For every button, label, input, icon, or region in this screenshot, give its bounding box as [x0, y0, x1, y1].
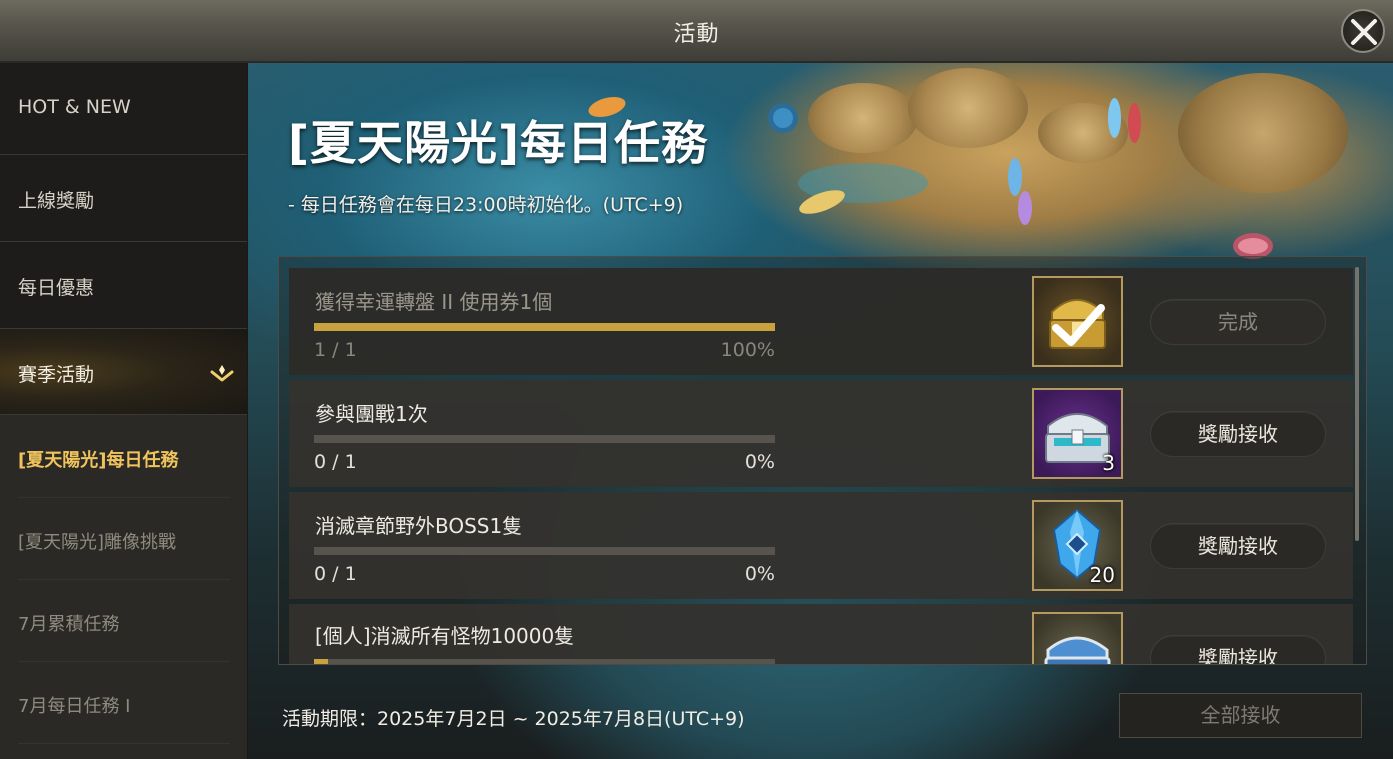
event-content: [夏天陽光]每日任務 - 每日任務會在每日23:00時初始化。(UTC+9) 獲… — [248, 63, 1393, 759]
mission-name: [個人]消滅所有怪物10000隻 — [315, 624, 575, 648]
golden-chest-checkmark-icon — [1049, 299, 1106, 349]
reward-slot[interactable] — [1032, 276, 1123, 367]
sidebar-item-label: 賽季活動 — [18, 364, 95, 386]
sub-item-label: [夏天陽光]雕像挑戰 — [18, 532, 177, 553]
reward-slot[interactable] — [1032, 612, 1123, 664]
mission-name: 消滅章節野外BOSS1隻 — [315, 514, 523, 538]
window-title: 活動 — [673, 22, 720, 47]
chevron-down-icon — [210, 365, 234, 382]
mission-count: 0 / 1 — [314, 451, 357, 473]
sidebar-item-label: HOT & NEW — [18, 96, 131, 118]
progress-bar-fill — [314, 659, 328, 664]
mission-percent: 100% — [720, 339, 775, 361]
progress-bar-fill — [314, 323, 775, 331]
sidebar-item-label: 上線獎勵 — [18, 190, 95, 212]
reward-quantity: 20 — [1089, 563, 1115, 587]
sub-item-july-cumulative-mission[interactable]: 7月累積任務 — [18, 580, 230, 662]
progress-bar — [314, 659, 775, 664]
progress-bar — [314, 547, 775, 555]
sidebar-item-label: 每日優惠 — [18, 277, 95, 299]
sidebar-item-hot-new[interactable]: HOT & NEW — [0, 63, 247, 155]
sub-item-summer-daily-mission[interactable]: [夏天陽光]每日任務 — [18, 416, 230, 498]
mission-list[interactable]: 獲得幸運轉盤 II 使用券1個 1 / 1 100% 完成 參與團戰1次 0 /… — [278, 256, 1367, 665]
sub-item-summer-statue-challenge[interactable]: [夏天陽光]雕像挑戰 — [18, 498, 230, 580]
sub-item-label: 7月每日任務 Ⅰ — [18, 696, 131, 717]
mission-row: 獲得幸運轉盤 II 使用券1個 1 / 1 100% 完成 — [289, 268, 1353, 375]
mission-row: 消滅章節野外BOSS1隻 0 / 1 0% 20 獎勵接收 — [289, 492, 1353, 599]
banner-subtitle: - 每日任務會在每日23:00時初始化。(UTC+9) — [288, 194, 684, 216]
blue-treasure-chest-icon — [1044, 636, 1111, 664]
sidebar-item-season-event[interactable]: 賽季活動 — [0, 329, 247, 415]
top-bar: 活動 — [0, 0, 1393, 63]
mission-name: 獲得幸運轉盤 II 使用券1個 — [315, 290, 553, 314]
reward-slot[interactable]: 3 — [1032, 388, 1123, 479]
claim-reward-button[interactable]: 獎勵接收 — [1150, 411, 1326, 457]
completed-button[interactable]: 完成 — [1150, 299, 1326, 345]
close-button[interactable] — [1341, 9, 1385, 53]
mission-percent: 0% — [744, 563, 775, 585]
close-icon — [1351, 19, 1377, 45]
mission-count: 1 / 1 — [314, 339, 357, 361]
event-period: 活動期限：2025年7月2日 ~ 2025年7月8日(UTC+9) — [282, 708, 745, 730]
sidebar-item-login-reward[interactable]: 上線獎勵 — [0, 155, 247, 242]
progress-bar — [314, 435, 775, 443]
reward-quantity: 3 — [1102, 451, 1115, 475]
claim-reward-button[interactable]: 獎勵接收 — [1150, 635, 1326, 664]
scrollbar[interactable] — [1355, 267, 1359, 541]
mission-name: 參與團戰1次 — [315, 402, 428, 426]
sub-item-july-daily-mission[interactable]: 7月每日任務 Ⅰ — [18, 662, 230, 744]
mission-row: 參與團戰1次 0 / 1 0% 3 獎勵接收 — [289, 380, 1353, 487]
progress-bar — [314, 323, 775, 331]
claim-reward-button[interactable]: 獎勵接收 — [1150, 523, 1326, 569]
sub-item-label: [夏天陽光]每日任務 — [18, 450, 179, 471]
banner-title: [夏天陽光]每日任務 — [288, 116, 709, 170]
sub-item-label: 7月累積任務 — [18, 614, 120, 635]
reward-slot[interactable]: 20 — [1032, 500, 1123, 591]
mission-count: 0 / 1 — [314, 563, 357, 585]
mission-percent: 0% — [744, 451, 775, 473]
mission-row: [個人]消滅所有怪物10000隻 獎勵接收 — [289, 604, 1353, 664]
sidebar-item-daily-deal[interactable]: 每日優惠 — [0, 242, 247, 329]
sidebar: HOT & NEW 上線獎勵 每日優惠 賽季活動 [夏天陽光]每日任務 [夏天陽… — [0, 63, 248, 759]
claim-all-button[interactable]: 全部接收 — [1119, 693, 1362, 738]
